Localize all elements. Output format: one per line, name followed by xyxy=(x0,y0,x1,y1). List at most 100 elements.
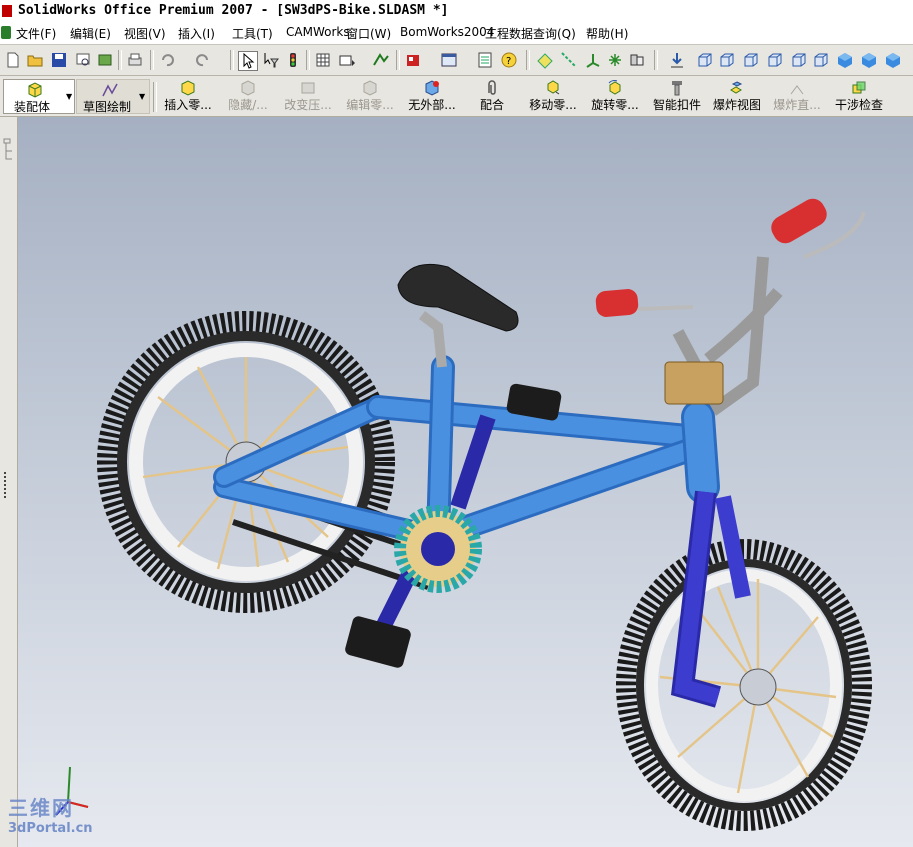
menu-tools[interactable]: 工具(T) xyxy=(232,25,273,42)
interference-detection-label: 干涉检查 xyxy=(834,98,883,112)
command-manager: 装配体 ▼ 草图绘制 ▼ 插入零... 隐藏/... 改变压... 编辑零...… xyxy=(0,76,913,117)
redo-icon[interactable] xyxy=(194,51,212,69)
grid-icon[interactable] xyxy=(314,51,332,69)
solidworks-app-icon[interactable] xyxy=(2,5,12,17)
chevron-down-icon[interactable]: ▼ xyxy=(66,92,72,101)
bike-model[interactable] xyxy=(18,117,913,847)
menu-view[interactable]: 视图(V) xyxy=(124,25,166,42)
menu-pdm-query[interactable]: 工程数据查询(Q) xyxy=(485,25,576,42)
left-view-icon[interactable] xyxy=(742,51,760,69)
menu-file[interactable]: 文件(F) xyxy=(16,25,56,42)
isometric-view-icon[interactable] xyxy=(836,51,854,69)
open-folder-icon[interactable] xyxy=(26,51,44,69)
tab-assembly[interactable]: 装配体 ▼ xyxy=(3,79,75,114)
exploded-view-button[interactable]: 爆炸视图 xyxy=(712,78,762,114)
no-external-references-label: 无外部... xyxy=(408,98,456,112)
print-preview-icon[interactable] xyxy=(74,51,92,69)
front-fork[interactable] xyxy=(670,490,751,708)
insert-component-icon xyxy=(181,80,195,96)
tab-assembly-label: 装配体 xyxy=(14,100,51,114)
mate-paperclip-icon xyxy=(488,80,496,95)
menu-window[interactable]: 窗口(W) xyxy=(346,25,391,42)
trimetric-view-icon[interactable] xyxy=(860,51,878,69)
front-view-icon[interactable] xyxy=(696,51,714,69)
hide-show-icon xyxy=(241,80,255,96)
interference-detection-button[interactable]: 干涉检查 xyxy=(832,78,886,114)
reference-plane-icon[interactable] xyxy=(536,51,554,69)
splitter-handle[interactable] xyxy=(4,472,12,498)
curves-icon[interactable] xyxy=(628,51,646,69)
edit-component-icon xyxy=(363,80,377,96)
tab-sketch[interactable]: 草图绘制 ▼ xyxy=(76,79,150,114)
edit-component-label: 编辑零... xyxy=(346,98,394,112)
top-view-icon[interactable] xyxy=(790,51,808,69)
layer-icon[interactable] xyxy=(440,51,458,69)
hide-show-button[interactable]: 隐藏/... xyxy=(222,78,274,114)
rebuild-icon[interactable] xyxy=(284,51,302,69)
explode-line-sketch-label: 爆炸直... xyxy=(773,98,821,112)
select-filter-icon[interactable] xyxy=(262,51,280,69)
change-suppression-button[interactable]: 改变压... xyxy=(280,78,336,114)
assembly-icon xyxy=(28,82,42,98)
handlebar[interactable] xyxy=(595,194,866,416)
back-view-icon[interactable] xyxy=(718,51,736,69)
coordinate-system-icon[interactable] xyxy=(584,51,602,69)
menu-help[interactable]: 帮助(H) xyxy=(586,25,628,42)
graphics-area[interactable] xyxy=(18,117,913,847)
axis-icon[interactable] xyxy=(560,51,578,69)
rotate-component-button[interactable]: 旋转零... xyxy=(586,78,644,114)
chevron-down-icon[interactable]: ▼ xyxy=(139,92,145,101)
move-component-button[interactable]: 移动零... xyxy=(524,78,582,114)
change-suppression-icon xyxy=(301,82,315,94)
menu-edit[interactable]: 编辑(E) xyxy=(70,25,111,42)
document-icon[interactable] xyxy=(1,26,11,39)
rotate-component-label: 旋转零... xyxy=(591,98,639,112)
mate-button[interactable]: 配合 xyxy=(474,78,510,114)
point-icon[interactable] xyxy=(606,51,624,69)
smart-fastener-bolt-icon xyxy=(672,81,682,96)
insert-component-button[interactable]: 插入零... xyxy=(160,78,216,114)
explode-line-sketch-button[interactable]: 爆炸直... xyxy=(770,78,824,114)
watermark-url: 3dPortal.cn xyxy=(8,821,93,836)
change-suppression-label: 改变压... xyxy=(284,98,332,112)
interference-detection-icon xyxy=(852,81,866,94)
normal-to-icon[interactable] xyxy=(668,51,686,69)
3d-sketch-icon[interactable] xyxy=(372,51,390,69)
component-color-icon[interactable] xyxy=(404,51,422,69)
bike-frame[interactable] xyxy=(213,355,720,549)
new-document-icon[interactable] xyxy=(4,51,22,69)
no-external-references-button[interactable]: 无外部... xyxy=(404,78,460,114)
sketch-icon xyxy=(102,83,118,97)
undo-icon[interactable] xyxy=(158,51,176,69)
smart-fasteners-label: 智能扣件 xyxy=(652,98,701,112)
edit-component-button[interactable]: 编辑零... xyxy=(342,78,398,114)
help-icon[interactable]: ? xyxy=(500,51,518,69)
rotate-component-icon xyxy=(608,80,621,95)
select-arrow-icon[interactable] xyxy=(238,51,258,71)
print-icon[interactable] xyxy=(126,51,144,69)
watermark-logo: 三维网 xyxy=(8,796,74,820)
save-icon[interactable] xyxy=(50,51,68,69)
move-component-icon xyxy=(547,80,560,95)
options-icon[interactable] xyxy=(96,51,114,69)
title-bar: SolidWorks Office Premium 2007 - [SW3dPS… xyxy=(0,0,913,22)
watermark: 三维网 3dPortal.cn xyxy=(8,792,93,836)
view-orientation-icon[interactable] xyxy=(338,51,356,69)
tab-sketch-label: 草图绘制 xyxy=(83,100,132,114)
right-view-icon[interactable] xyxy=(766,51,784,69)
exploded-view-label: 爆炸视图 xyxy=(712,98,761,112)
menu-bar: 文件(F) 编辑(E) 视图(V) 插入(I) 工具(T) CAMWorks 窗… xyxy=(0,22,913,45)
dimetric-view-icon[interactable] xyxy=(884,51,902,69)
window-title: SolidWorks Office Premium 2007 - [SW3dPS… xyxy=(18,3,449,18)
smart-fasteners-button[interactable]: 智能扣件 xyxy=(650,78,704,114)
bottom-view-icon[interactable] xyxy=(812,51,830,69)
move-component-label: 移动零... xyxy=(529,98,577,112)
feature-manager-panel[interactable] xyxy=(0,117,18,847)
menu-camworks[interactable]: CAMWorks xyxy=(286,25,350,39)
properties-list-icon[interactable] xyxy=(476,51,494,69)
feature-tree-icon[interactable] xyxy=(2,137,14,167)
insert-component-label: 插入零... xyxy=(164,98,212,112)
saddle[interactable] xyxy=(397,263,519,368)
menu-insert[interactable]: 插入(I) xyxy=(178,25,215,42)
menu-bomworks[interactable]: BomWorks2004 xyxy=(400,25,494,39)
